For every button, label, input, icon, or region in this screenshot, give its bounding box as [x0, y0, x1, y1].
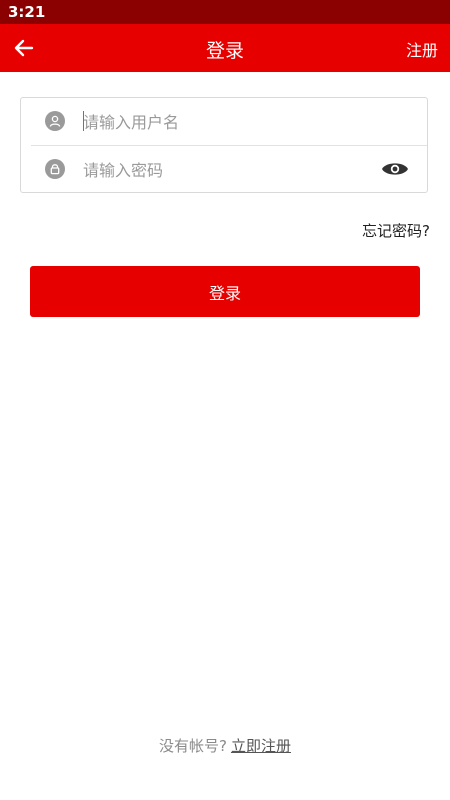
register-button[interactable]: 注册	[406, 37, 438, 61]
login-form	[20, 97, 428, 193]
username-input[interactable]	[83, 108, 363, 136]
page-title: 登录	[205, 40, 244, 62]
password-row	[21, 146, 427, 193]
no-account-text: 没有帐号?	[159, 737, 227, 755]
back-button[interactable]	[10, 34, 38, 62]
username-row	[21, 98, 427, 145]
password-input[interactable]	[83, 156, 363, 184]
status-bar: 3:21	[0, 0, 450, 24]
arrow-left-icon	[14, 39, 34, 57]
login-button[interactable]: 登录	[30, 266, 420, 317]
lock-icon	[45, 159, 65, 179]
eye-icon	[382, 163, 408, 175]
app-bar: 登录 注册	[0, 24, 450, 72]
user-icon	[45, 111, 65, 131]
register-now-link[interactable]: 立即注册	[231, 737, 291, 755]
forgot-password-link[interactable]: 忘记密码?	[362, 220, 430, 241]
status-time: 3:21	[8, 3, 46, 21]
toggle-password-visibility[interactable]	[381, 158, 409, 180]
text-caret	[83, 111, 84, 131]
signup-prompt: 没有帐号? 立即注册	[0, 735, 450, 756]
